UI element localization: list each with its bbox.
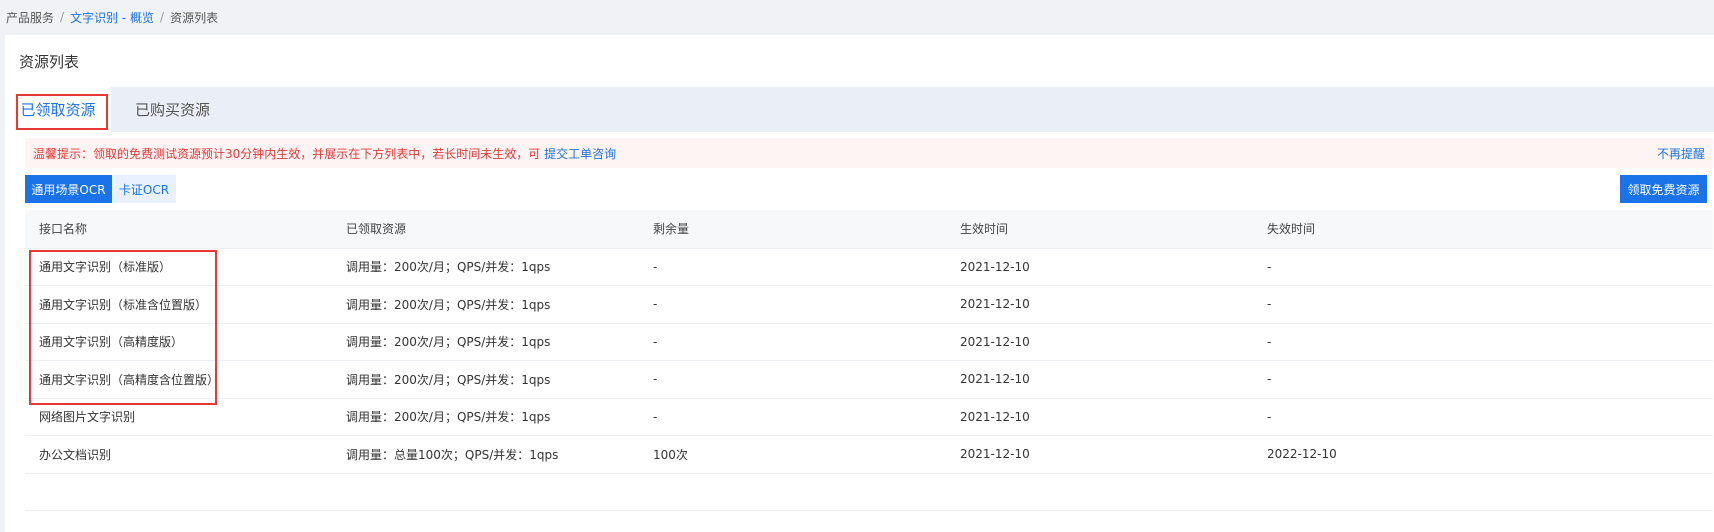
tab-claimed-resources[interactable]: 已领取资源 (5, 87, 111, 132)
resource-tabs: 已领取资源 已购买资源 (5, 87, 1714, 132)
table-row: 网络图片文字识别 调用量：200次/月；QPS/并发：1qps - 2021-1… (25, 398, 1713, 436)
breadcrumb-product-services[interactable]: 产品服务 (6, 9, 54, 26)
cell-api-name: 通用文字识别（标准版） (39, 260, 172, 275)
cell-effective-time: 2021-12-10 (960, 372, 1030, 387)
cell-remaining: - (653, 372, 658, 387)
tab-label: 已领取资源 (20, 101, 96, 119)
notice-message: 温馨提示：领取的免费测试资源预计30分钟内生效，并展示在下方列表中，若长时间未生… (33, 145, 616, 162)
breadcrumb-separator: / (160, 10, 165, 24)
subtab-card-ocr[interactable]: 卡证OCR (112, 175, 176, 203)
cell-api-name: 通用文字识别（高精度版） (39, 335, 184, 350)
cell-claimed: 调用量：200次/月；QPS/并发：1qps (346, 260, 551, 275)
header-api-name: 接口名称 (25, 210, 332, 249)
breadcrumb-resource-list: 资源列表 (170, 10, 219, 25)
cell-expiry-time: - (1267, 259, 1272, 274)
page-title: 资源列表 (19, 53, 80, 71)
cell-remaining: 100次 (653, 447, 688, 462)
cell-api-name: 网络图片文字识别 (39, 410, 136, 425)
cell-expiry-time: - (1267, 334, 1272, 349)
table-row: 通用文字识别（高精度版） 调用量：200次/月；QPS/并发：1qps - 20… (25, 323, 1713, 361)
cell-remaining (639, 473, 946, 511)
cell-effective-time (946, 473, 1253, 511)
resource-table: 接口名称 已领取资源 剩余量 生效时间 失效时间 通用文字识别（标准版） 调用量… (25, 210, 1713, 511)
dismiss-notice-link[interactable]: 不再提醒 (1657, 145, 1705, 162)
cell-remaining: - (653, 297, 658, 312)
submit-ticket-link[interactable]: 提交工单咨询 (544, 147, 616, 161)
cell-expiry-time: - (1267, 297, 1272, 312)
cell-claimed (332, 473, 639, 511)
cell-api-name: 通用文字识别（标准含位置版） (39, 297, 208, 312)
header-effective-time: 生效时间 (946, 210, 1253, 249)
tab-purchased-resources[interactable]: 已购买资源 (111, 87, 228, 132)
breadcrumb-separator: / (60, 10, 65, 24)
cell-remaining: - (653, 259, 658, 274)
header-remaining: 剩余量 (639, 210, 946, 249)
cell-effective-time: 2021-12-10 (960, 409, 1030, 424)
cell-claimed: 调用量：200次/月；QPS/并发：1qps (346, 335, 551, 350)
cell-api-name: 通用文字识别（高精度含位置版） (39, 372, 220, 387)
cell-claimed: 调用量：200次/月；QPS/并发：1qps (346, 410, 551, 425)
claim-free-resources-button[interactable]: 领取免费资源 (1620, 175, 1707, 203)
cell-expiry-time (1253, 473, 1713, 511)
cell-expiry-time: - (1267, 372, 1272, 387)
cell-api-name (25, 473, 332, 511)
cell-expiry-time: - (1267, 409, 1272, 424)
tab-label: 已购买资源 (135, 101, 211, 119)
header-claimed: 已领取资源 (332, 210, 639, 249)
cell-expiry-time: 2022-12-10 (1267, 447, 1337, 462)
cell-effective-time: 2021-12-10 (960, 334, 1030, 349)
cell-api-name: 办公文档识别 (39, 447, 112, 462)
cell-effective-time: 2021-12-10 (960, 297, 1030, 312)
notice-text: 温馨提示：领取的免费测试资源预计30分钟内生效，并展示在下方列表中，若长时间未生… (33, 146, 545, 161)
cell-claimed: 调用量：总量100次；QPS/并发：1qps (346, 447, 559, 462)
table-row: 办公文档识别 调用量：总量100次；QPS/并发：1qps 100次 2021-… (25, 436, 1713, 473)
table-header-row: 接口名称 已领取资源 剩余量 生效时间 失效时间 (25, 210, 1713, 249)
ocr-category-tabs: 通用场景OCR 卡证OCR (25, 175, 176, 203)
cell-effective-time: 2021-12-10 (960, 447, 1030, 462)
cell-claimed: 调用量：200次/月；QPS/并发：1qps (346, 297, 551, 312)
resource-panel: 资源列表 已领取资源 已购买资源 温馨提示：领取的免费测试资源预计30分钟内生效… (5, 35, 1714, 532)
cell-effective-time: 2021-12-10 (960, 259, 1030, 274)
breadcrumb-ocr-overview[interactable]: 文字识别 - 概览 (70, 9, 154, 26)
resource-table-grid: 接口名称 已领取资源 剩余量 生效时间 失效时间 通用文字识别（标准版） 调用量… (25, 210, 1713, 511)
subtab-general-ocr[interactable]: 通用场景OCR (25, 175, 112, 203)
cell-remaining: - (653, 334, 658, 349)
header-expiry-time: 失效时间 (1253, 210, 1713, 249)
table-row: 通用文字识别（标准版） 调用量：200次/月；QPS/并发：1qps - 202… (25, 248, 1713, 286)
table-row: 通用文字识别（高精度含位置版） 调用量：200次/月；QPS/并发：1qps -… (25, 361, 1713, 398)
cell-remaining: - (653, 409, 658, 424)
table-row (25, 473, 1713, 511)
cell-claimed: 调用量：200次/月；QPS/并发：1qps (346, 372, 551, 387)
notice-banner: 温馨提示：领取的免费测试资源预计30分钟内生效，并展示在下方列表中，若长时间未生… (25, 138, 1713, 168)
breadcrumb: 产品服务 / 文字识别 - 概览 / 资源列表 (6, 8, 218, 26)
table-row: 通用文字识别（标准含位置版） 调用量：200次/月；QPS/并发：1qps - … (25, 286, 1713, 323)
